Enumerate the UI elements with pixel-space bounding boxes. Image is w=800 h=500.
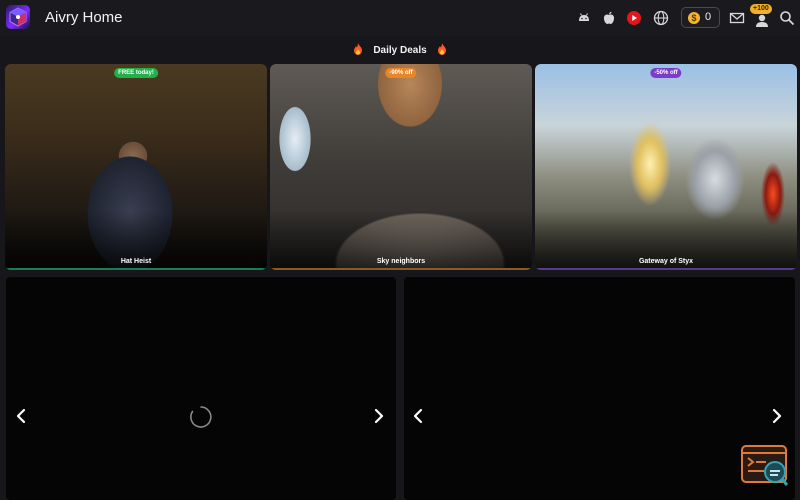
- deal-glow: [5, 268, 267, 270]
- chevron-right-icon[interactable]: [372, 407, 386, 425]
- chevron-left-icon[interactable]: [411, 407, 425, 425]
- deal-card-sky-neighbors[interactable]: -90% off Sky neighbors: [270, 64, 532, 270]
- user-icon[interactable]: [754, 12, 770, 28]
- apple-icon[interactable]: [601, 10, 617, 26]
- coin-count: 0: [705, 11, 712, 23]
- chevron-left-icon[interactable]: [14, 407, 28, 425]
- deal-title: Gateway of Styx: [638, 258, 694, 265]
- carousel-panel-left: [6, 277, 396, 500]
- assistant-terminal-icon[interactable]: [740, 444, 790, 488]
- android-icon[interactable]: [576, 10, 592, 26]
- deal-title: Sky neighbors: [376, 258, 426, 265]
- globe-icon[interactable]: [653, 10, 669, 26]
- coin-icon: $: [688, 12, 700, 24]
- top-bar: Aivry Home $ 0 +100: [0, 0, 800, 36]
- daily-deals-title: Daily Deals: [373, 45, 427, 56]
- flame-icon: [353, 42, 363, 55]
- search-icon[interactable]: [779, 10, 795, 26]
- deal-card-gateway-of-styx[interactable]: -50% off Gateway of Styx: [535, 64, 797, 270]
- flame-icon: [437, 42, 447, 55]
- chevron-right-icon[interactable]: [770, 407, 784, 425]
- deal-glow: [270, 268, 532, 270]
- app-logo-icon[interactable]: [6, 5, 30, 29]
- profile-badge: +100: [750, 4, 772, 14]
- daily-deals-header: Daily Deals: [0, 40, 800, 60]
- loading-spinner-icon: [189, 405, 213, 429]
- mail-icon[interactable]: [729, 10, 745, 26]
- deal-title: Hat Heist: [120, 258, 152, 265]
- youtube-icon[interactable]: [626, 10, 642, 26]
- deal-glow: [535, 268, 797, 270]
- app-title: Aivry Home: [45, 9, 123, 26]
- deal-tag: -90% off: [385, 68, 417, 78]
- deal-tag: -50% off: [650, 68, 682, 78]
- coin-balance[interactable]: $ 0: [681, 7, 720, 28]
- deal-card-hat-heist[interactable]: FREE today! Hat Heist: [5, 64, 267, 270]
- deal-tag: FREE today!: [114, 68, 158, 78]
- carousel-panel-right: [404, 277, 795, 500]
